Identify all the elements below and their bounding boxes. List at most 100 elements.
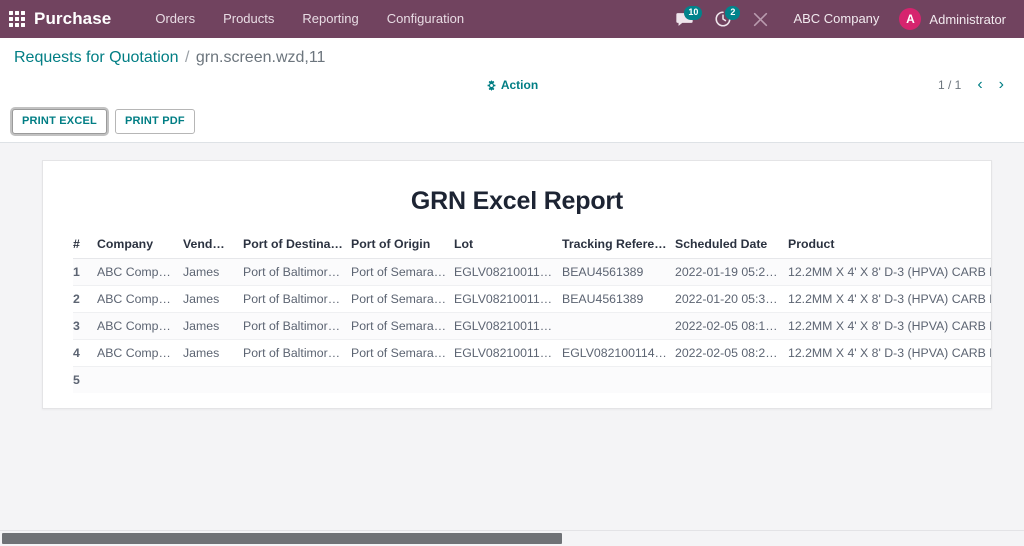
cell-tracking-reference: EGLV082100114304: [562, 340, 675, 367]
cell-index: 5: [73, 367, 97, 394]
report-table-scroll[interactable]: # Company Vend… Port of Destination Port…: [43, 232, 991, 393]
print-excel-button[interactable]: PRINT EXCEL: [12, 109, 107, 134]
cell-scheduled-date: 2022-01-19 05:25:…: [675, 259, 788, 286]
content-area: GRN Excel Report # Company Vend… Port of…: [0, 143, 1024, 533]
table-row[interactable]: 2 ABC Compa… James Port of Baltimore,… P…: [73, 286, 991, 313]
table-header-row: # Company Vend… Port of Destination Port…: [73, 232, 991, 259]
breadcrumb-row: Requests for Quotation / grn.screen.wzd,…: [0, 38, 1024, 73]
cell-tracking-reference: [562, 313, 675, 340]
horizontal-scrollbar-thumb[interactable]: [2, 533, 562, 544]
column-header-port-of-destination: Port of Destination: [243, 232, 351, 259]
cell-index: 3: [73, 313, 97, 340]
table-total-row: 5 Total: [73, 367, 991, 394]
menu-item-orders[interactable]: Orders: [141, 0, 209, 38]
gear-icon: [486, 80, 497, 91]
table-row[interactable]: 1 ABC Compa… James Port of Baltimore,… P…: [73, 259, 991, 286]
table-head: # Company Vend… Port of Destination Port…: [73, 232, 991, 259]
print-pdf-button[interactable]: PRINT PDF: [115, 109, 195, 134]
cell-scheduled-date: 2022-02-05 08:19:…: [675, 313, 788, 340]
cell-product: 12.2MM X 4' X 8' D-3 (HPVA) CARB P2 RED …: [788, 286, 991, 313]
menu-item-reporting[interactable]: Reporting: [288, 0, 372, 38]
chevron-left-icon[interactable]: ‹: [971, 76, 988, 94]
action-pager-row: Action 1 / 1 ‹ ›: [0, 73, 1024, 103]
action-menu-label: Action: [501, 78, 538, 92]
cell-lot: EGLV0821001143…: [454, 313, 562, 340]
cell-tracking-reference: BEAU4561389: [562, 286, 675, 313]
cell-port-of-origin: [351, 367, 454, 394]
company-switcher[interactable]: ABC Company: [779, 0, 893, 38]
messages-badge: 10: [684, 6, 702, 20]
cell-scheduled-date: [675, 367, 788, 394]
column-header-tracking-reference: Tracking Referen…: [562, 232, 675, 259]
horizontal-scrollbar[interactable]: [0, 530, 1024, 546]
cell-company: ABC Compa…: [97, 313, 183, 340]
cell-port-of-origin: Port of Semarang: [351, 313, 454, 340]
cell-scheduled-date: 2022-01-20 05:34:…: [675, 286, 788, 313]
wrench-icon: [753, 12, 768, 27]
cell-vendor: James: [183, 313, 243, 340]
cell-lot: EGLV0821001143…: [454, 340, 562, 367]
cell-company: ABC Compa…: [97, 340, 183, 367]
apps-grid-icon[interactable]: [0, 0, 34, 38]
pager: 1 / 1 ‹ ›: [938, 76, 1010, 94]
breadcrumb-current: grn.screen.wzd,11: [196, 49, 326, 66]
messages-button[interactable]: 10: [665, 0, 704, 38]
column-header-lot: Lot: [454, 232, 562, 259]
cell-index: 2: [73, 286, 97, 313]
debug-button[interactable]: [742, 0, 779, 38]
cell-scheduled-date: 2022-02-05 08:26:…: [675, 340, 788, 367]
cell-port-of-origin: Port of Semarang: [351, 259, 454, 286]
cell-index: 1: [73, 259, 97, 286]
column-header-company: Company: [97, 232, 183, 259]
cell-company: [97, 367, 183, 394]
action-menu-button[interactable]: Action: [482, 76, 542, 94]
table-body: 1 ABC Compa… James Port of Baltimore,… P…: [73, 259, 991, 394]
user-menu[interactable]: A Administrator: [893, 0, 1016, 38]
chevron-right-icon[interactable]: ›: [993, 76, 1010, 94]
cell-product: [788, 367, 991, 394]
menu-item-configuration[interactable]: Configuration: [373, 0, 478, 38]
cell-lot: EGLV0821001143…: [454, 259, 562, 286]
cell-tracking-reference: [562, 367, 675, 394]
table-row[interactable]: 4 ABC Compa… James Port of Baltimore,… P…: [73, 340, 991, 367]
column-header-scheduled-date: Scheduled Date: [675, 232, 788, 259]
report-sheet: GRN Excel Report # Company Vend… Port of…: [42, 160, 992, 409]
cell-company: ABC Compa…: [97, 286, 183, 313]
column-header-vendor: Vend…: [183, 232, 243, 259]
activities-badge: 2: [725, 6, 740, 20]
cell-vendor: James: [183, 286, 243, 313]
top-navbar: Purchase Orders Products Reporting Confi…: [0, 0, 1024, 38]
cell-port-of-origin: Port of Semarang: [351, 340, 454, 367]
cell-product: 12.2MM X 4' X 8' D-3 (HPVA) CARB P2 RED …: [788, 259, 991, 286]
action-center-wrap: Action: [0, 76, 1024, 94]
cell-vendor: James: [183, 340, 243, 367]
column-header-port-of-origin: Port of Origin: [351, 232, 454, 259]
systray: 10 2 ABC Company A Administrator: [665, 0, 1024, 38]
table-row[interactable]: 3 ABC Compa… James Port of Baltimore,… P…: [73, 313, 991, 340]
cell-lot: [454, 367, 562, 394]
page-title: GRN Excel Report: [43, 161, 991, 232]
activities-button[interactable]: 2: [704, 0, 742, 38]
breadcrumb: Requests for Quotation / grn.screen.wzd,…: [14, 49, 325, 67]
app-brand-title[interactable]: Purchase: [34, 9, 111, 29]
column-header-product: Product: [788, 232, 991, 259]
pager-counter: 1 / 1: [938, 78, 967, 92]
breadcrumb-separator: /: [183, 49, 191, 66]
cell-port-of-destination: Port of Baltimore,…: [243, 259, 351, 286]
cell-product: 12.2MM X 4' X 8' D-3 (HPVA) CARB P2 RED …: [788, 340, 991, 367]
cell-tracking-reference: BEAU4561389: [562, 259, 675, 286]
cell-vendor: [183, 367, 243, 394]
menu-item-products[interactable]: Products: [209, 0, 288, 38]
cell-company: ABC Compa…: [97, 259, 183, 286]
grn-report-table: # Company Vend… Port of Destination Port…: [73, 232, 991, 393]
cell-lot: EGLV0821001143…: [454, 286, 562, 313]
cell-port-of-origin: Port of Semarang: [351, 286, 454, 313]
column-header-index: #: [73, 232, 97, 259]
control-panel: Requests for Quotation / grn.screen.wzd,…: [0, 38, 1024, 143]
cell-index: 4: [73, 340, 97, 367]
avatar: A: [899, 8, 921, 30]
apps-grid-glyph: [9, 11, 25, 27]
cell-port-of-destination: [243, 367, 351, 394]
report-buttons-row: PRINT EXCEL PRINT PDF: [0, 103, 1024, 142]
breadcrumb-link-requests-for-quotation[interactable]: Requests for Quotation: [14, 49, 179, 66]
